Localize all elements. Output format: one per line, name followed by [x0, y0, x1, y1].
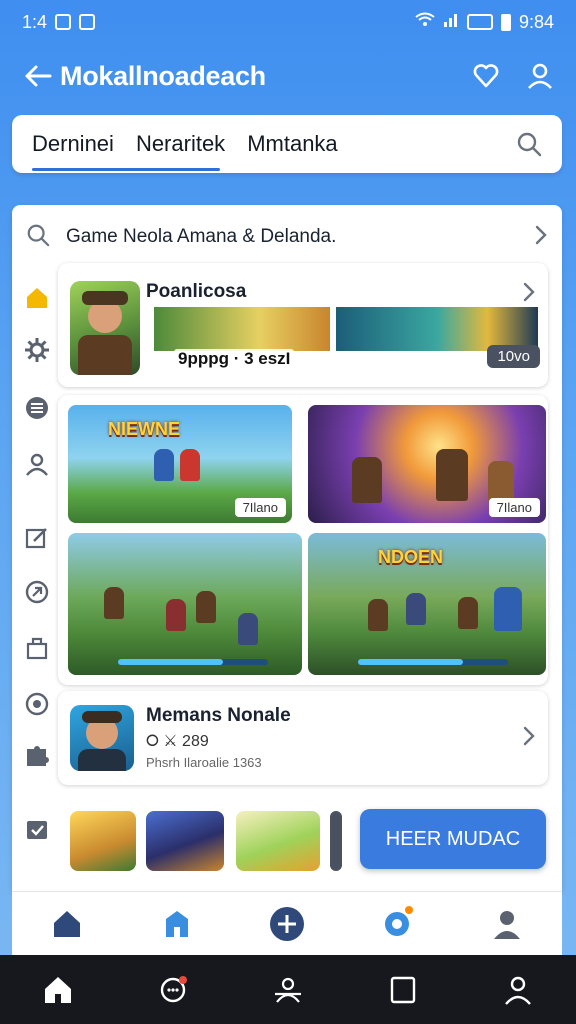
target-icon[interactable]: [22, 689, 52, 719]
edit-icon[interactable]: [22, 523, 52, 553]
chevron-right-icon: [522, 725, 536, 752]
heart-icon[interactable]: [472, 62, 500, 90]
notification-dot: [405, 905, 413, 914]
sys-home[interactable]: [28, 960, 88, 1020]
health-bar: [358, 659, 508, 665]
search-text: Game Neola Amana & Delanda.: [66, 226, 337, 247]
thumbnail-tag: 7Ilano: [488, 498, 540, 517]
nav-profile[interactable]: [477, 894, 537, 954]
system-nav-bar: [0, 955, 576, 1024]
games-icon: [166, 910, 188, 937]
signal-icon: [443, 12, 459, 33]
active-tab-indicator: [32, 168, 220, 171]
page-title: Mokallnoadeach: [60, 60, 266, 91]
featured-banner: [154, 307, 330, 351]
home-icon[interactable]: [22, 283, 52, 313]
add-icon: [270, 906, 304, 941]
content-panel: Game Neola Amana & Delanda. Poanlicosa 9…: [12, 205, 562, 891]
app-bottom-nav: [12, 891, 562, 955]
nav-add[interactable]: [257, 894, 317, 954]
status-time: 1:4: [22, 11, 48, 32]
person-icon: [505, 976, 532, 1005]
bottom-row: HEER MUDAC: [12, 809, 562, 873]
bag-icon[interactable]: [22, 633, 52, 663]
status-clock: 9:84: [518, 11, 554, 32]
mini-thumbnail[interactable]: [236, 811, 320, 871]
featured-avatar: [70, 281, 140, 375]
square-icon: [390, 976, 416, 1003]
data-icon: [466, 14, 493, 30]
nav-home[interactable]: [37, 894, 97, 954]
battery-icon: [500, 13, 511, 31]
featured-title: Poanlicosa: [146, 281, 247, 302]
search-icon: [26, 223, 50, 252]
game-thumbnail[interactable]: NDOEN: [308, 533, 546, 675]
thumbnail-tag: 7Ilano: [234, 498, 286, 517]
notification-icon: [79, 14, 96, 30]
list-item-subtitle: Phsrh Ilaroalie 1363: [146, 755, 262, 770]
rating-icon: ⭘ ⚔: [146, 733, 183, 750]
app-icon: [70, 705, 134, 771]
sys-chat[interactable]: [143, 960, 203, 1020]
nav-games[interactable]: [147, 894, 207, 954]
gear-icon[interactable]: [22, 335, 52, 365]
tab-bar: Derninei Neraritek Mmtanka: [12, 115, 562, 173]
notification-dot: [178, 975, 187, 984]
status-bar: 1:4 9:84: [0, 0, 576, 44]
back-arrow-icon[interactable]: [24, 64, 52, 88]
list-item[interactable]: Memans Nonale ⭘ ⚔ 289 Phsrh Ilaroalie 13…: [58, 691, 548, 785]
search-icon[interactable]: [516, 131, 542, 157]
featured-badge: 10vo: [487, 345, 540, 368]
chevron-right-icon: [522, 281, 536, 308]
notification-icon: [55, 14, 72, 30]
sys-people[interactable]: [258, 960, 318, 1020]
user-icon[interactable]: [22, 449, 52, 479]
sys-recents[interactable]: [373, 960, 433, 1020]
cta-button[interactable]: HEER MUDAC: [360, 809, 546, 869]
tab-mmtanka[interactable]: Mmtanka: [247, 131, 337, 157]
game-thumbnail[interactable]: 7Ilano: [308, 405, 546, 523]
sys-account[interactable]: [488, 960, 548, 1020]
game-grid: NIEWNE 7Ilano 7Ilano NDOEN: [58, 395, 548, 685]
thumbnail-overlay-text: NDOEN: [378, 547, 444, 567]
app-header: Mokallnoadeach: [0, 44, 576, 108]
home-icon: [54, 910, 80, 937]
nav-settings[interactable]: [367, 894, 427, 954]
mini-thumbnail[interactable]: [146, 811, 224, 871]
list-icon[interactable]: [22, 393, 52, 423]
search-row[interactable]: Game Neola Amana & Delanda.: [12, 213, 562, 261]
mini-thumbnail[interactable]: [70, 811, 136, 871]
tab-derninei[interactable]: Derninei: [32, 131, 114, 157]
health-bar: [118, 659, 268, 665]
mini-thumbnail[interactable]: [330, 811, 342, 871]
featured-meta: 9pppg · 3 eszI: [174, 349, 295, 369]
chevron-right-icon: [534, 224, 548, 251]
game-thumbnail[interactable]: NIEWNE 7Ilano: [68, 405, 292, 523]
list-item-rating: ⭘ ⚔ 289: [146, 731, 209, 751]
rating-value: 289: [182, 733, 209, 750]
game-thumbnail[interactable]: [68, 533, 302, 675]
people-icon: [274, 977, 301, 1003]
wifi-icon: [415, 12, 435, 33]
thumbnail-overlay-text: NIEWNE: [108, 419, 180, 439]
tab-neraritek[interactable]: Neraritek: [136, 131, 225, 157]
featured-card[interactable]: Poanlicosa 9pppg · 3 eszI 10vo: [58, 263, 548, 387]
home-icon: [44, 976, 71, 1003]
profile-icon: [494, 910, 520, 939]
puzzle-icon[interactable]: [22, 741, 52, 771]
profile-icon[interactable]: [526, 62, 554, 90]
shield-icon[interactable]: [22, 577, 52, 607]
list-item-title: Memans Nonale: [146, 705, 291, 726]
